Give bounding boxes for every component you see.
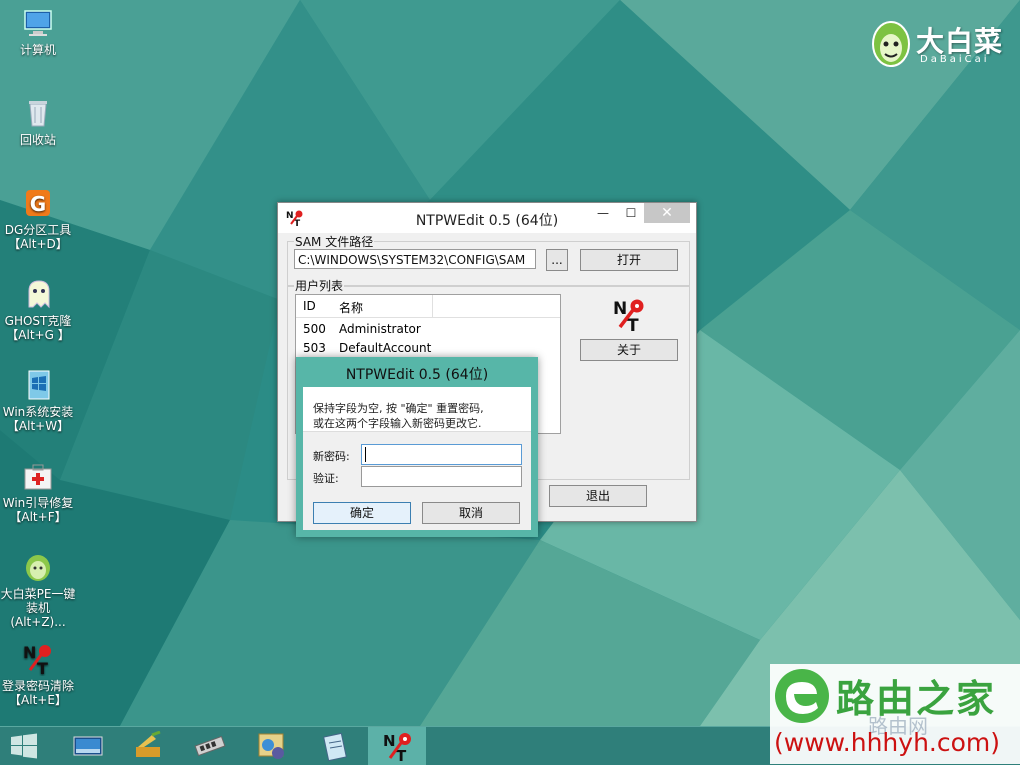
brand-subtitle: DaBaiCai <box>920 54 990 65</box>
sam-path-label: SAM 文件路径 <box>294 233 375 250</box>
recycle-bin-icon <box>29 101 47 127</box>
window-titlebar[interactable]: NT NTPWEdit 0.5 (64位) — ☐ ✕ <box>278 203 696 233</box>
list-item[interactable]: 503 DefaultAccount <box>296 339 560 358</box>
svg-text:T: T <box>37 659 48 676</box>
desktop-icon-dg-partition[interactable]: G DG分区工具 【Alt+D】 <box>0 186 76 251</box>
userlist-label: 用户列表 <box>294 277 345 294</box>
password-dialog: NTPWEdit 0.5 (64位) 保持字段为空, 按 "确定" 重置密码, … <box>296 357 538 537</box>
desktop-icon <box>73 736 103 756</box>
computer-icon <box>24 10 52 36</box>
desktop-icon-label: 计算机 <box>19 43 56 57</box>
start-icon <box>11 733 37 759</box>
start-button[interactable] <box>0 727 58 765</box>
first-aid-kit-icon <box>24 464 52 490</box>
svg-text:N: N <box>23 643 36 662</box>
exit-button[interactable]: 退出 <box>549 485 647 507</box>
ntpw-key-icon: NT <box>23 643 51 676</box>
dialog-message: 保持字段为空, 按 "确定" 重置密码, 或在这两个字段输入新密码更改它. <box>303 387 531 432</box>
user-name: Administrator <box>339 322 421 336</box>
column-divider[interactable] <box>432 295 433 317</box>
new-password-label: 新密码: <box>313 450 350 463</box>
user-id: 500 <box>303 322 326 336</box>
svg-text:N: N <box>613 299 627 319</box>
dialog-message-line1: 保持字段为空, 按 "确定" 重置密码, <box>313 402 484 415</box>
svg-text:G: G <box>30 192 46 216</box>
desktop-icon-password-clear[interactable]: NT 登录密码清除 【Alt+E】 <box>0 642 76 707</box>
desktop-icon-computer[interactable]: 计算机 <box>0 6 76 57</box>
sam-path-input[interactable]: C:\WINDOWS\SYSTEM32\CONFIG\SAM <box>294 249 536 269</box>
maximize-button[interactable]: ☐ <box>616 203 646 223</box>
taskbar-item-notepad[interactable] <box>306 727 364 765</box>
desktop-icon-label: DG分区工具 【Alt+D】 <box>4 223 72 251</box>
taskbar-item-cleaner[interactable] <box>118 727 176 765</box>
column-header-id[interactable]: ID <box>303 299 316 313</box>
verify-label: 验证: <box>313 472 339 485</box>
desktop-icon-ghost[interactable]: GHOST克隆 【Alt+G 】 <box>0 277 76 342</box>
close-button[interactable]: ✕ <box>644 203 690 223</box>
desktop-icon-win-install[interactable]: Win系统安装 【Alt+W】 <box>0 368 76 433</box>
desktop-icon-recycle-bin[interactable]: 回收站 <box>0 96 76 147</box>
network-icon <box>258 733 284 759</box>
cabbage-mascot-icon <box>872 21 910 67</box>
browse-button[interactable]: ... <box>546 249 568 271</box>
watermark: 路由之家 路由网 (www.hhhyh.com) <box>770 664 1020 764</box>
open-button[interactable]: 打开 <box>580 249 678 271</box>
desktop-icon-label: GHOST克隆 【Alt+G 】 <box>4 314 72 342</box>
desktop-icon-label: 回收站 <box>19 133 56 147</box>
ghost-icon <box>28 280 50 309</box>
user-name: DefaultAccount <box>339 341 432 355</box>
desktop-icon-label: 登录密码清除 【Alt+E】 <box>1 679 74 707</box>
taskbar-item-desktop[interactable] <box>58 727 116 765</box>
new-password-input[interactable] <box>361 444 522 465</box>
ntpwedit-icon: NT <box>383 732 411 763</box>
list-header: ID 名称 <box>296 295 560 318</box>
dialog-body: 保持字段为空, 按 "确定" 重置密码, 或在这两个字段输入新密码更改它. 新密… <box>303 387 531 530</box>
desktop-icon-dabaicai-pe[interactable]: 大白菜PE一键 装机(Alt+Z)... <box>0 550 76 629</box>
desktop-icon-label: Win引导修复 【Alt+F】 <box>2 496 74 524</box>
win-install-icon <box>28 370 50 400</box>
verify-input[interactable] <box>361 466 522 487</box>
ntpw-logo-icon: NT <box>613 299 644 333</box>
dialog-title: NTPWEdit 0.5 (64位) <box>345 367 489 383</box>
e-logo-icon <box>775 669 829 723</box>
column-header-name[interactable]: 名称 <box>339 299 363 316</box>
desktop-icon-label: 大白菜PE一键 装机(Alt+Z)... <box>0 587 76 629</box>
user-id: 503 <box>303 341 326 355</box>
desktop-icon-label: Win系统安装 【Alt+W】 <box>2 405 74 433</box>
notepad-icon <box>323 732 347 761</box>
dialog-message-line2: 或在这两个字段输入新密码更改它. <box>313 417 482 430</box>
cabbage-icon <box>26 555 50 581</box>
ok-button[interactable]: 确定 <box>313 502 411 524</box>
cancel-button[interactable]: 取消 <box>422 502 520 524</box>
watermark-url: (www.hhhyh.com) <box>774 728 1001 757</box>
desktop-icon-boot-repair[interactable]: Win引导修复 【Alt+F】 <box>0 459 76 524</box>
list-item[interactable]: 500 Administrator <box>296 320 560 339</box>
about-button[interactable]: 关于 <box>580 339 678 361</box>
taskbar-item-ntpwedit[interactable]: NT <box>368 727 426 765</box>
text-cursor <box>365 447 366 462</box>
taskbar-item-memory[interactable] <box>180 727 238 765</box>
minimize-button[interactable]: — <box>588 203 618 223</box>
memory-icon <box>194 735 226 757</box>
cleaner-icon <box>136 731 161 757</box>
brand-logo: 大白菜 DaBaiCai <box>866 12 1006 74</box>
svg-text:N: N <box>383 732 396 750</box>
svg-text:T: T <box>627 316 639 333</box>
taskbar-item-network[interactable] <box>242 727 300 765</box>
dg-partition-icon: G <box>26 190 50 216</box>
